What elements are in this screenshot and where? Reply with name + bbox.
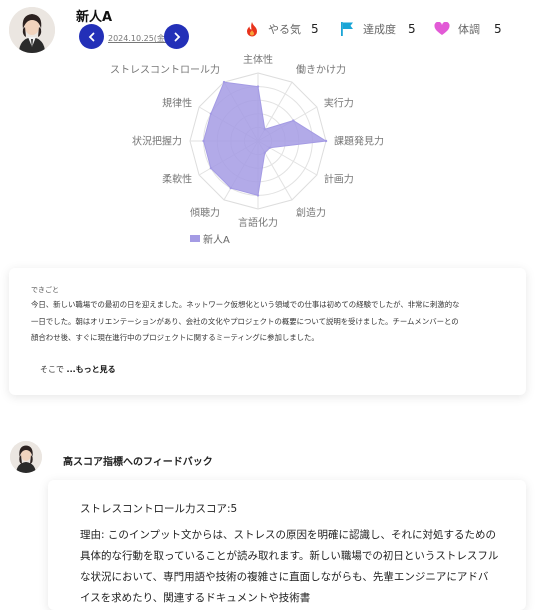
more-prefix: そこで (40, 365, 64, 374)
legend-label: 新人A (203, 235, 230, 246)
radar-axis-label: 働きかけ力 (296, 63, 346, 76)
flag-icon (339, 21, 355, 37)
skill-radar-chart: 主体性働きかけ力実行力課題発見力計画力創造力言語化力 傾聴力 柔軟性 状況把握力 規律性… (110, 53, 384, 229)
user-avatar (9, 7, 55, 53)
feedback-score: ストレスコントロール力スコア:5 (80, 503, 238, 515)
metric-value: 5 (408, 22, 416, 36)
condition-metric: 体調 5 (434, 20, 502, 38)
more-row: そこで ...もっと見る (40, 364, 116, 375)
feedback-line: 具体的な行動を取っていることが読み取れます。新しい職場での初日というストレスフル (80, 550, 499, 562)
radar-data-point (263, 151, 266, 154)
radar-data-point (268, 146, 271, 149)
radar-data-point (202, 139, 205, 143)
date-link[interactable]: 2024.10.25(金) (108, 33, 168, 44)
chart-legend: 新人A (190, 231, 230, 246)
achievement-metric: 達成度 5 (339, 20, 416, 38)
radar-axis-label: 規律性 (162, 97, 192, 110)
user-name: 新人A (76, 10, 113, 25)
event-line: 一日でした。朝はオリエンテーションがあり、会社の文化やプロジェクトの概要について… (31, 316, 459, 326)
event-line: 顔合わせ後、すぐに現在進行中のプロジェクトに関するミーティングに参加しました。 (31, 333, 319, 342)
show-more-link[interactable]: ...もっと見る (67, 365, 116, 374)
radar-axis-label: 創造力 (296, 206, 326, 219)
metric-label: やる気 (268, 23, 301, 36)
feedback-body: 理由: このインプット文からは、ストレスの原因を明確に認識し、それに対処するため… (80, 525, 505, 609)
next-day-button[interactable] (164, 24, 189, 49)
event-body: 今日、新しい職場での最初の日を迎えました。ネットワーク仮想化という領域での仕事は… (31, 297, 503, 347)
radar-axis-label: 傾聴力 (190, 206, 220, 219)
radar-axis-label: 主体性 (243, 53, 273, 66)
radar-axis-label: 状況把握力 (132, 135, 182, 148)
coach-avatar (10, 441, 42, 473)
radar-axis-label: 言語化力 (238, 216, 278, 229)
radar-data-point (209, 167, 213, 170)
radar-data-point (324, 139, 328, 143)
metric-value: 5 (494, 22, 502, 36)
feedback-line: イスを求めたり、関連するドキュメントや技術書 (80, 592, 311, 604)
heart-icon (434, 21, 450, 37)
chevron-left-icon (88, 32, 94, 41)
radar-data-point (292, 119, 295, 122)
event-line: 今日、新しい職場での最初の日を迎えました。ネットワーク仮想化という領域での仕事は… (31, 300, 460, 309)
radar-axis-label: 計画力 (324, 173, 354, 186)
metric-label: 体調 (458, 23, 480, 36)
radar-axis-label: ストレスコントロール力 (110, 63, 220, 76)
radar-data-point (263, 128, 266, 131)
feedback-line: 理由: このインプット文からは、ストレスの原因を明確に認識し、それに対処するため… (80, 529, 497, 541)
event-label: できごと (31, 286, 59, 294)
radar-axis-label: 柔軟性 (162, 173, 192, 186)
legend-swatch (190, 235, 200, 242)
metric-label: 達成度 (363, 23, 396, 36)
radar-data-point (209, 112, 213, 115)
previous-day-button[interactable] (79, 24, 104, 49)
radar-data-point (256, 85, 260, 88)
radar-data-point (229, 186, 232, 190)
radar-axis-label: 実行力 (324, 97, 354, 110)
radar-axis-label: 課題発見力 (334, 135, 384, 148)
radar-data-point (222, 80, 226, 84)
metric-value: 5 (311, 22, 319, 36)
radar-series-area (203, 81, 328, 197)
fire-icon (244, 21, 260, 37)
chevron-right-icon (174, 32, 180, 41)
motivation-metric: やる気 5 (244, 20, 319, 38)
radar-data-point (256, 194, 260, 197)
feedback-line: な状況において、専門用語や技術の複雑さに直面しながらも、先輩エンジニアにアドバ (80, 571, 489, 583)
feedback-title: 高スコア指標へのフィードバック (63, 457, 213, 468)
